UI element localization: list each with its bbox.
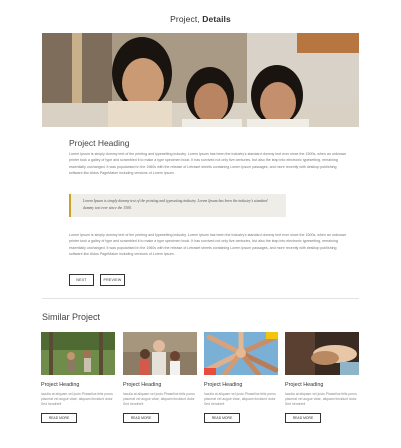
section-divider (42, 298, 359, 299)
card-image[interactable] (285, 332, 359, 375)
card-heading: Project Heading (204, 382, 243, 388)
read-more-button[interactable]: READ MORE (41, 412, 77, 423)
card-heading: Project Heading (41, 382, 80, 388)
preview-button[interactable]: PREVIEW (100, 274, 125, 286)
read-more-button[interactable]: READ MORE (285, 412, 321, 423)
card-text: Iaculia at aliquam vel justo.Phasellus f… (204, 392, 276, 407)
page-title-strong: Details (202, 14, 231, 24)
card-image[interactable] (204, 332, 278, 375)
project-paragraph-1: Lorem Ipsum is simply dummy text of the … (69, 152, 347, 175)
card-heading: Project Heading (123, 382, 162, 388)
card-heading: Project Heading (285, 382, 324, 388)
similar-projects-title: Similar Project (42, 312, 101, 322)
hero-image (42, 33, 359, 127)
similar-project-card: Project Heading Iaculia at aliquam vel j… (204, 332, 278, 423)
blockquote-text: Lorem Ipsum is simply dummy text of the … (83, 199, 268, 210)
similar-project-card: Project Heading Iaculia at aliquam vel j… (285, 332, 359, 423)
card-image[interactable] (41, 332, 115, 375)
project-heading: Project Heading (69, 138, 130, 148)
similar-project-card: Project Heading Iaculia at aliquam vel j… (123, 332, 197, 423)
read-more-button[interactable]: READ MORE (204, 412, 240, 423)
card-text: Iaculia at aliquam vel justo.Phasellus f… (41, 392, 113, 407)
blockquote: Lorem Ipsum is simply dummy text of the … (69, 194, 286, 217)
page-title: Project, Details (0, 14, 401, 24)
card-image[interactable] (123, 332, 197, 375)
card-text: Iaculia at aliquam vel justo.Phasellus f… (285, 392, 357, 407)
similar-project-card: Project Heading Iaculia at aliquam vel j… (41, 332, 115, 423)
next-button[interactable]: NEXT (69, 274, 94, 286)
page-title-light: Project, (170, 14, 200, 24)
project-paragraph-2: Lorem Ipsum is simply dummy text of the … (69, 233, 347, 256)
card-text: Iaculia at aliquam vel justo.Phasellus f… (123, 392, 195, 407)
read-more-button[interactable]: READ MORE (123, 412, 159, 423)
